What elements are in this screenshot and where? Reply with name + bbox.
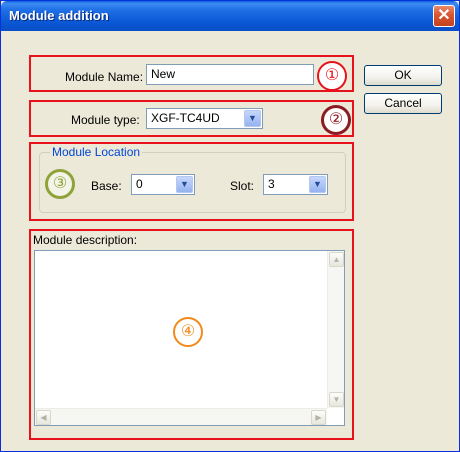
base-label: Base:	[91, 179, 122, 193]
chevron-down-icon[interactable]: ▼	[329, 392, 344, 407]
annotation-number-2: ②	[328, 111, 344, 128]
cancel-button-label: Cancel	[384, 96, 422, 110]
close-icon: ✕	[437, 7, 451, 24]
horizontal-scrollbar[interactable]: ◀ ▶	[35, 408, 327, 425]
annotation-circle-4: ④	[173, 317, 203, 347]
annotation-circle-2: ②	[321, 105, 351, 135]
cancel-button[interactable]: Cancel	[364, 93, 442, 114]
slot-select[interactable]: 3 ▼	[263, 174, 328, 195]
base-select[interactable]: 0 ▼	[131, 174, 195, 195]
module-type-value: XGF-TC4UD	[151, 111, 220, 125]
chevron-down-icon[interactable]: ▼	[309, 176, 326, 193]
chevron-down-icon[interactable]: ▼	[176, 176, 193, 193]
annotation-number-1: ①	[324, 67, 340, 84]
ok-button-label: OK	[394, 68, 412, 82]
close-button[interactable]: ✕	[433, 5, 455, 27]
module-name-label: Module Name:	[65, 70, 144, 84]
chevron-right-icon[interactable]: ▶	[311, 410, 326, 425]
ok-button[interactable]: OK	[364, 65, 442, 86]
annotation-number-3: ③	[52, 175, 68, 192]
module-name-input[interactable]: New	[146, 64, 314, 85]
annotation-circle-3: ③	[45, 169, 75, 199]
module-name-value: New	[151, 67, 176, 81]
annotation-circle-1: ①	[317, 61, 347, 91]
window-title: Module addition	[9, 8, 109, 23]
chevron-down-icon[interactable]: ▼	[244, 110, 261, 127]
module-type-label: Module type:	[71, 113, 140, 127]
module-location-legend: Module Location	[50, 145, 143, 159]
title-bar[interactable]: Module addition ✕	[1, 1, 459, 31]
annotation-number-4: ④	[180, 323, 196, 340]
chevron-up-icon[interactable]: ▲	[329, 252, 344, 267]
module-description-label: Module description:	[33, 233, 138, 247]
base-value: 0	[136, 177, 143, 191]
chevron-left-icon[interactable]: ◀	[36, 410, 51, 425]
module-addition-dialog: Module addition ✕ Module Name: New ① OK …	[0, 0, 460, 452]
slot-value: 3	[268, 177, 275, 191]
slot-label: Slot:	[230, 179, 255, 193]
vertical-scrollbar[interactable]: ▲ ▼	[327, 251, 344, 408]
module-type-select[interactable]: XGF-TC4UD ▼	[146, 108, 263, 129]
